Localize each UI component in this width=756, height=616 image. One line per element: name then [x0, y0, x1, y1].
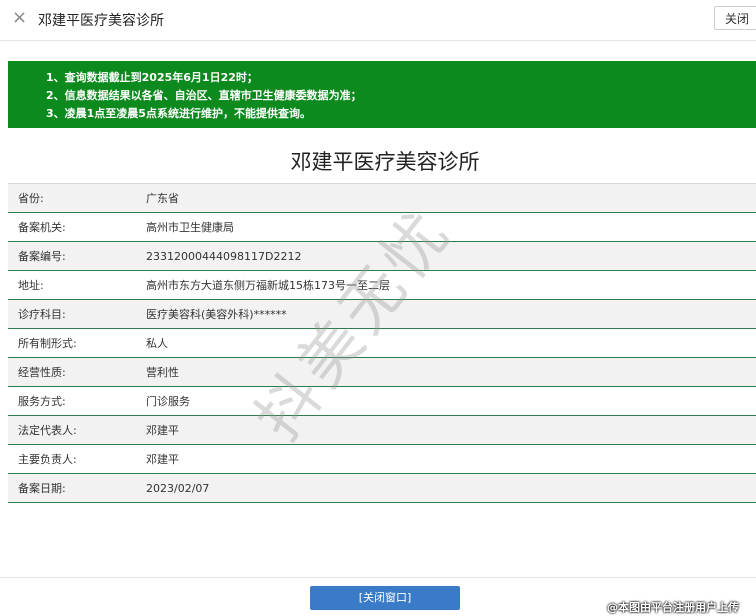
row-value: 邓建平: [146, 415, 756, 445]
row-label: 所有制形式:: [8, 328, 146, 358]
table-row: 备案日期: 2023/02/07: [8, 473, 756, 503]
row-value: 邓建平: [146, 444, 756, 474]
footer-divider: [0, 577, 756, 578]
close-window-button[interactable]: [关闭窗口]: [310, 586, 460, 610]
upload-note: @本图由平台注册用户上传: [607, 601, 739, 614]
row-value: 私人: [146, 328, 756, 358]
page-title: 邓建平医疗美容诊所: [290, 150, 480, 174]
notice-line: 3、凌晨1点至凌晨5点系统进行维护，不能提供查询。: [46, 107, 311, 120]
window-title: 邓建平医疗美容诊所: [38, 13, 164, 29]
row-label: 地址:: [8, 270, 146, 300]
table-row: 服务方式: 门诊服务: [8, 386, 756, 416]
row-label: 备案机关:: [8, 212, 146, 242]
row-value: 医疗美容科(美容外科)******: [146, 299, 756, 329]
row-label: 经营性质:: [8, 357, 146, 387]
table-row: 经营性质: 营利性: [8, 357, 756, 387]
row-value: 营利性: [146, 357, 756, 387]
row-label: 省份:: [8, 183, 146, 213]
table-row: 主要负责人: 邓建平: [8, 444, 756, 474]
row-label: 服务方式:: [8, 386, 146, 416]
row-label: 诊疗科目:: [8, 299, 146, 329]
table-row: 法定代表人: 邓建平: [8, 415, 756, 445]
close-icon[interactable]: ×: [12, 8, 27, 28]
row-value: 高州市东方大道东侧万福新城15栋173号一至二层: [146, 270, 756, 300]
row-label: 备案编号:: [8, 241, 146, 271]
row-label: 备案日期:: [8, 473, 146, 503]
row-label: 主要负责人:: [8, 444, 146, 474]
row-value: 2023/02/07: [146, 473, 756, 503]
row-value: 广东省: [146, 183, 756, 213]
title-bar: × 邓建平医疗美容诊所 关闭: [0, 0, 756, 41]
notice-line: 2、信息数据结果以各省、自治区、直辖市卫生健康委数据为准；: [46, 89, 362, 102]
row-label: 法定代表人:: [8, 415, 146, 445]
notice-banner: 1、查询数据截止到2025年6月1日22时； 2、信息数据结果以各省、自治区、直…: [8, 61, 756, 128]
close-button[interactable]: 关闭: [714, 6, 756, 30]
notice-line: 1、查询数据截止到2025年6月1日22时；: [46, 71, 258, 84]
